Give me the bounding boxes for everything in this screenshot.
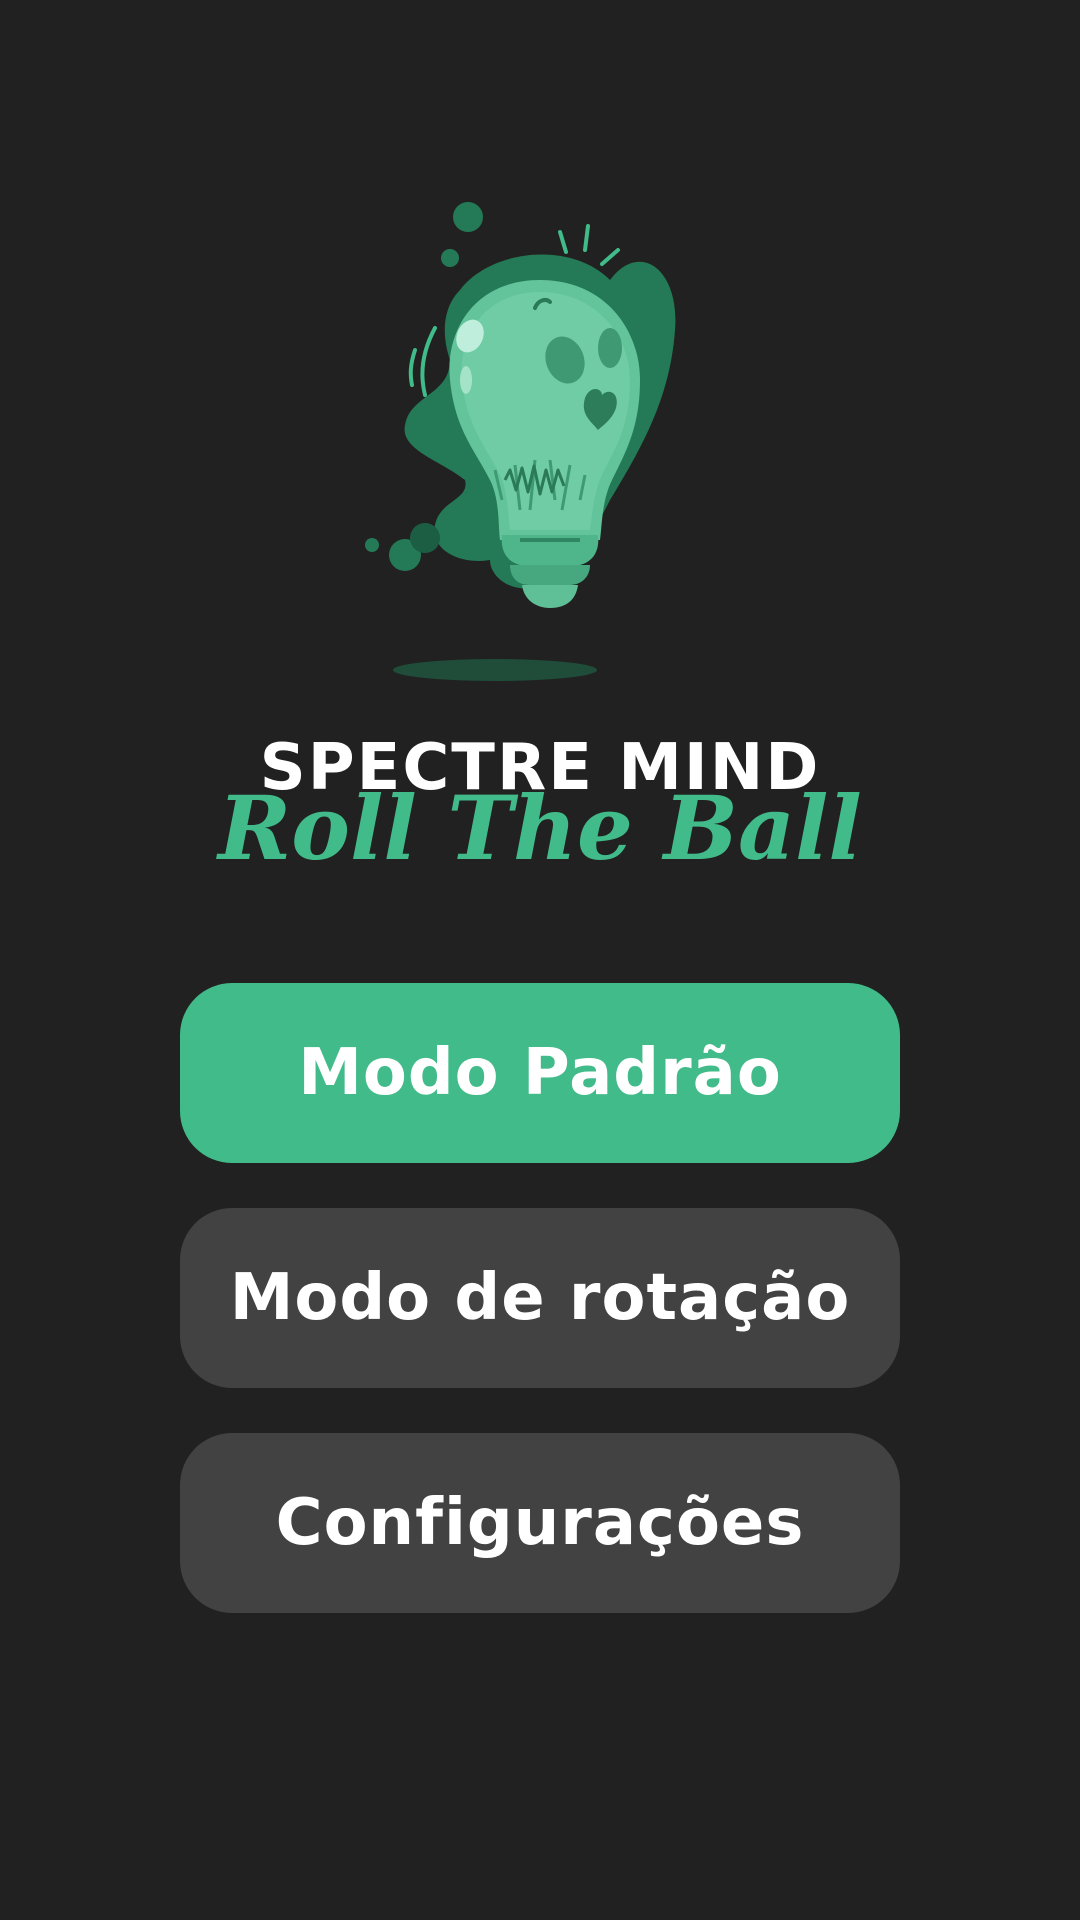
rotation-mode-button[interactable]: Modo de rotação: [180, 1208, 900, 1388]
standard-mode-button[interactable]: Modo Padrão: [180, 983, 900, 1163]
app-logo: [340, 180, 740, 700]
game-title: Roll The Ball: [218, 776, 862, 880]
lightbulb-icon: [365, 202, 676, 681]
settings-button[interactable]: Configurações: [180, 1433, 900, 1613]
